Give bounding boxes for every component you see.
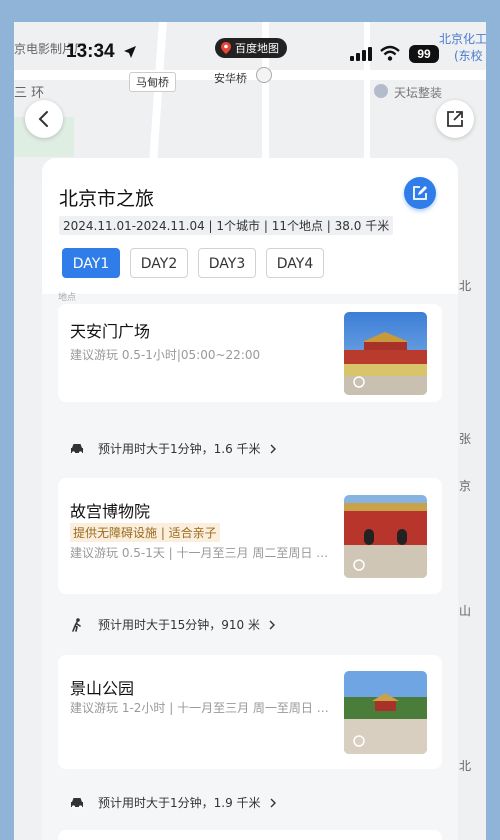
route-segment[interactable]: 预计用时大于1分钟，1.6 千米 [70,440,277,457]
map-pin-icon [221,42,231,54]
location-pin-icon [374,84,388,98]
map-label: 山 [459,604,472,618]
app-badge-label: 百度地图 [235,42,279,55]
map-label: 北 [459,279,472,293]
poi-photo[interactable] [344,312,427,395]
car-icon [71,443,83,455]
route-segment-text: 预计用时大于1分钟，1.9 千米 [98,796,261,810]
edit-icon [413,186,427,200]
back-button[interactable] [25,100,63,138]
poi-card[interactable]: 天安门广场 建议游玩 0.5-1小时|05:00~22:00 [58,304,442,402]
chevron-right-icon [269,620,275,629]
poi-name: 故宫博物院 [70,502,151,521]
poi-name: 天安门广场 [70,322,151,341]
tab-day3[interactable]: DAY3 [198,248,256,278]
route-segment[interactable]: 预计用时大于15分钟，910 米 [70,616,276,633]
poi-name: 景山公园 [70,679,135,698]
map-label: 北 [459,759,472,773]
trip-meta: 2024.11.01-2024.11.04 | 1个城市 | 11个地点 | 3… [59,216,394,235]
poi-card[interactable]: 景山公园 建议游玩 1-2小时 | 十一月至三月 周一至周日 停... [58,655,442,769]
poi-tag: 提供无障碍设施 | 适合亲子 [70,523,220,542]
map-label: 天坛整装 [394,86,443,100]
map-label: 张 [459,432,472,446]
page-title: 北京市之旅 [59,188,155,210]
app-badge[interactable]: 百度地图 [215,38,287,58]
poi-card[interactable]: 故宫博物院 提供无障碍设施 | 适合亲子 建议游玩 0.5-1天 | 十一月至三… [58,478,442,594]
tiananmen-photo [344,312,427,395]
partial-section-label: 地点 [58,293,77,303]
map-strip [14,182,42,840]
share-button[interactable] [436,100,474,138]
poi-info: 建议游玩 0.5-1天 | 十一月至三月 周二至周日 开... [70,546,332,560]
tab-day1[interactable]: DAY1 [62,248,120,278]
poi-photo[interactable] [344,671,427,754]
cellular-signal-icon [350,47,372,61]
share-icon [447,111,463,127]
poi-info: 建议游玩 0.5-1小时|05:00~22:00 [70,348,261,362]
status-bar: 13:34 百度地图 99 [0,30,500,78]
location-arrow-icon [124,46,136,58]
poi-info: 建议游玩 1-2小时 | 十一月至三月 周一至周日 停... [70,701,332,715]
walk-icon [72,617,81,632]
edit-button[interactable] [404,177,436,209]
trip-header: 北京市之旅 2024.11.01-2024.11.04 | 1个城市 | 11个… [42,158,458,294]
poi-card[interactable] [58,830,442,840]
poi-photo[interactable] [344,495,427,578]
wifi-icon [380,45,400,61]
route-segment[interactable]: 预计用时大于1分钟，1.9 千米 [70,794,277,811]
car-icon [71,797,83,809]
map-label: 三 环 [14,86,45,101]
chevron-right-icon [270,798,276,807]
map-label: 京 [459,479,472,493]
forbidden-city-photo [344,495,427,578]
tab-day2[interactable]: DAY2 [130,248,188,278]
route-segment-text: 预计用时大于15分钟，910 米 [98,618,260,632]
battery-indicator: 99 [409,45,439,63]
chevron-left-icon [38,111,48,127]
route-segment-text: 预计用时大于1分钟，1.6 千米 [98,442,261,456]
jingshan-park-photo [344,671,427,754]
tab-day4[interactable]: DAY4 [266,248,324,278]
itinerary-sheet[interactable]: 北京市之旅 2024.11.01-2024.11.04 | 1个城市 | 11个… [42,158,458,840]
chevron-right-icon [270,444,276,453]
status-time: 13:34 [66,41,115,62]
